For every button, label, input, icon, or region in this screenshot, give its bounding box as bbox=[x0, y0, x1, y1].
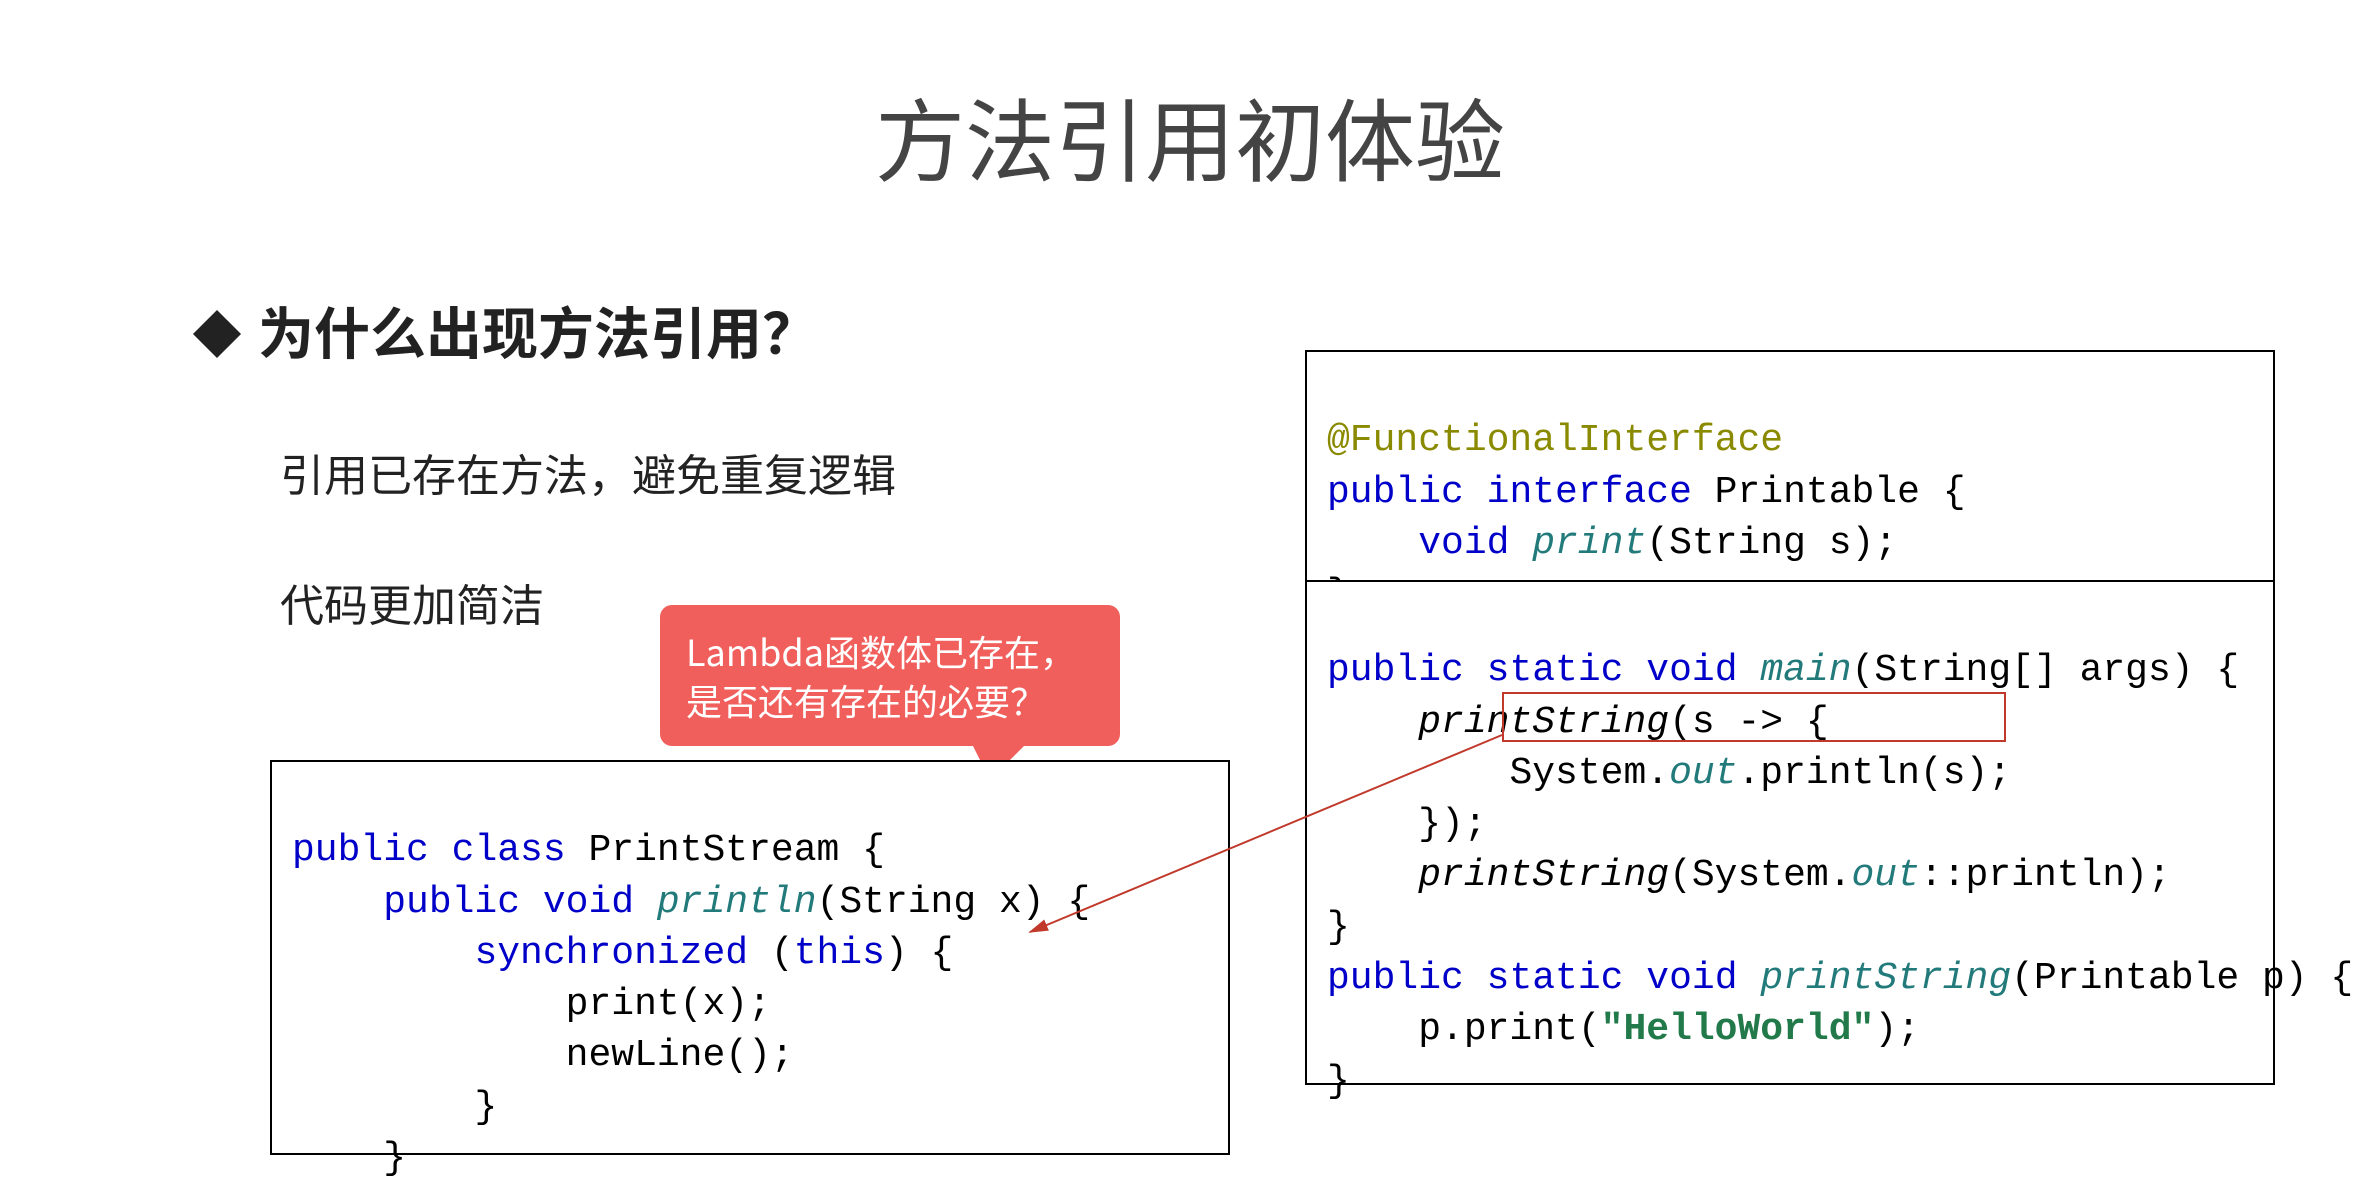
kw-static: static bbox=[1487, 649, 1624, 692]
code-text: }); bbox=[1418, 803, 1486, 846]
callout-line-1: Lambda函数体已存在， bbox=[686, 625, 1076, 677]
kw-public: public bbox=[292, 829, 429, 872]
kw-void: void bbox=[1646, 649, 1737, 692]
code-block-main: public static void main(String[] args) {… bbox=[1305, 580, 2275, 1085]
kw-public: public bbox=[1327, 649, 1464, 692]
code-text: } bbox=[1327, 906, 1350, 949]
kw-this: this bbox=[794, 932, 885, 975]
code-block-printstream: public class PrintStream { public void p… bbox=[270, 760, 1230, 1155]
call-printstring: printString bbox=[1418, 854, 1669, 897]
kw-void: void bbox=[1418, 522, 1509, 565]
code-text: PrintStream { bbox=[566, 829, 885, 872]
code-text: newLine(); bbox=[566, 1034, 794, 1077]
code-text: ::println); bbox=[1920, 854, 2171, 897]
field-out: out bbox=[1852, 854, 1920, 897]
code-text: } bbox=[383, 1137, 406, 1180]
code-text: (String x) { bbox=[817, 881, 1091, 924]
kw-void: void bbox=[1646, 957, 1737, 1000]
method-print: print bbox=[1532, 522, 1646, 565]
code-text: ) { bbox=[885, 932, 953, 975]
kw-public: public bbox=[1327, 957, 1464, 1000]
code-text: (String[] args) { bbox=[1852, 649, 2240, 692]
code-text: ( bbox=[748, 932, 794, 975]
kw-static: static bbox=[1487, 957, 1624, 1000]
code-text: (Printable p) { bbox=[2011, 957, 2353, 1000]
code-text: (String s); bbox=[1646, 522, 1897, 565]
code-text: System. bbox=[1509, 752, 1669, 795]
code-text: .println(s); bbox=[1738, 752, 2012, 795]
kw-interface: interface bbox=[1487, 471, 1692, 514]
code-text: print(x); bbox=[566, 983, 771, 1026]
callout-bubble: Lambda函数体已存在， 是否还有存在的必要？ bbox=[660, 605, 1120, 746]
string-helloworld: "HelloWorld" bbox=[1601, 1008, 1875, 1051]
heading-text: 为什么出现方法引用？ bbox=[258, 290, 818, 371]
bullet-heading: 为什么出现方法引用？ bbox=[200, 290, 818, 371]
code-block-printable-interface: @FunctionalInterface public interface Pr… bbox=[1305, 350, 2275, 580]
method-main: main bbox=[1760, 649, 1851, 692]
code-text: (System. bbox=[1669, 854, 1851, 897]
code-text: Printable { bbox=[1692, 471, 1966, 514]
kw-public: public bbox=[383, 881, 520, 924]
kw-synchronized: synchronized bbox=[474, 932, 748, 975]
method-printstring: printString bbox=[1760, 957, 2011, 1000]
code-text: } bbox=[1327, 1060, 1350, 1103]
slide-title: 方法引用初体验 bbox=[0, 70, 2380, 200]
code-text: } bbox=[474, 1086, 497, 1129]
call-printstring: printString bbox=[1418, 701, 1669, 744]
method-println: println bbox=[657, 881, 817, 924]
code-text: (s -> { bbox=[1669, 701, 1829, 744]
slide: 方法引用初体验 为什么出现方法引用？ 引用已存在方法，避免重复逻辑 代码更加简洁… bbox=[0, 0, 2380, 1184]
kw-public: public bbox=[1327, 471, 1464, 514]
kw-class: class bbox=[452, 829, 566, 872]
field-out: out bbox=[1669, 752, 1737, 795]
diamond-icon bbox=[193, 310, 241, 358]
annotation-functionalinterface: @FunctionalInterface bbox=[1327, 419, 1783, 462]
subpoint-2: 代码更加简洁 bbox=[280, 570, 544, 634]
callout-line-2: 是否还有存在的必要？ bbox=[686, 674, 1046, 726]
code-text: p.print( bbox=[1418, 1008, 1600, 1051]
subpoint-1: 引用已存在方法，避免重复逻辑 bbox=[280, 440, 896, 504]
kw-void: void bbox=[543, 881, 634, 924]
code-text: ); bbox=[1874, 1008, 1920, 1051]
